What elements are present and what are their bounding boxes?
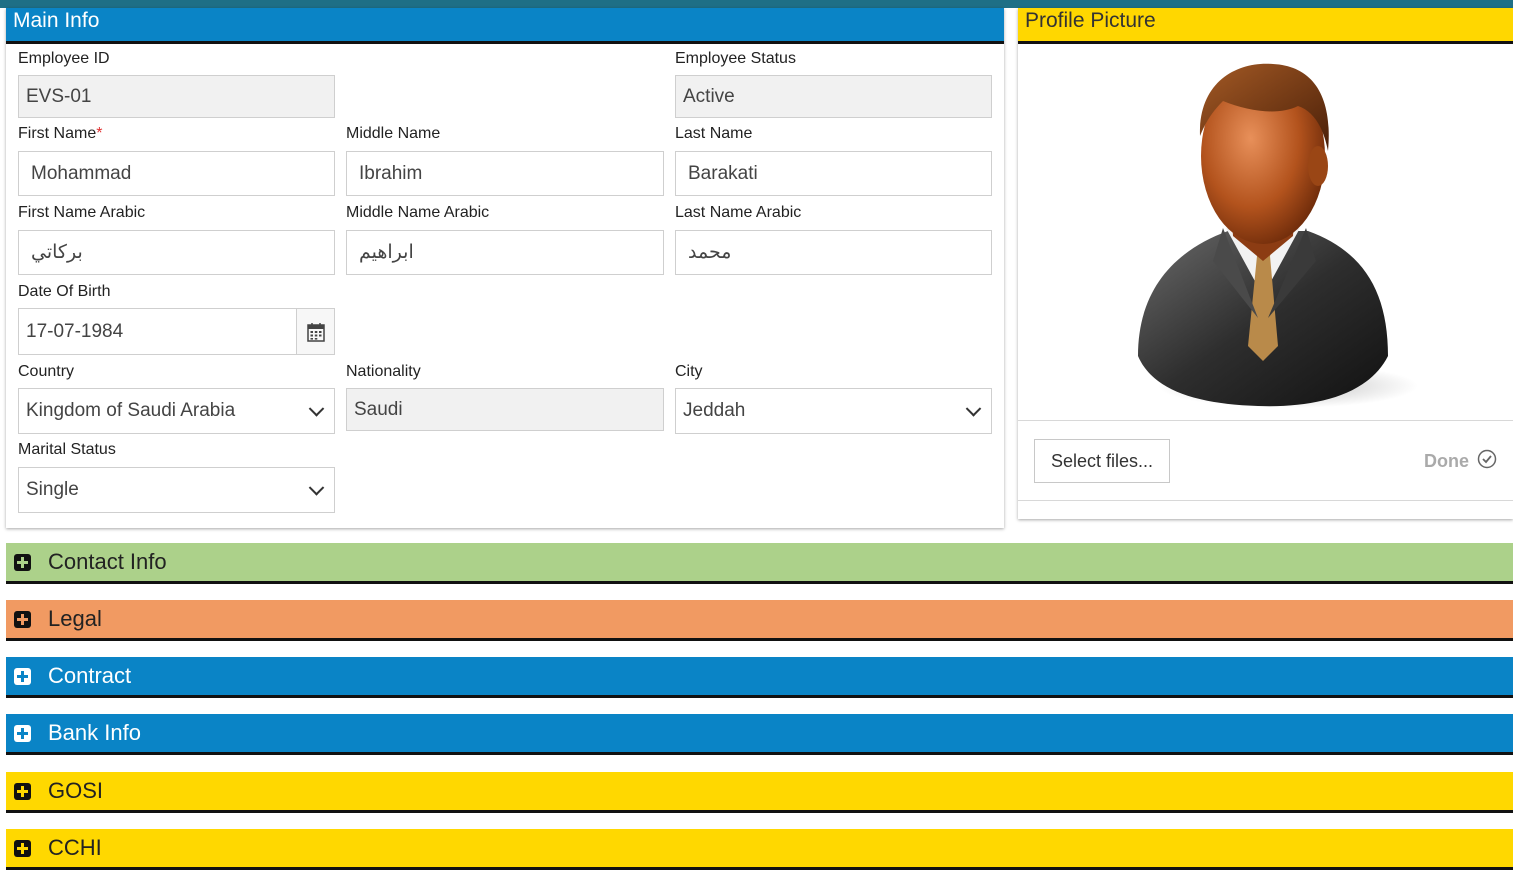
city-label: City: [675, 363, 703, 380]
country-value: Kingdom of Saudi Arabia: [26, 400, 236, 421]
first-name-arabic-input[interactable]: بركاتي: [18, 230, 335, 275]
date-of-birth-label: Date Of Birth: [18, 283, 111, 300]
done-status: Done: [1424, 449, 1497, 474]
calendar-icon[interactable]: [296, 309, 334, 354]
section-contact-info[interactable]: Contact Info: [6, 543, 1513, 584]
first-name-label: First Name*: [18, 125, 102, 143]
main-info-header: Main Info: [6, 8, 1004, 44]
businessman-avatar-icon: [1118, 56, 1418, 416]
last-name-arabic-label: Last Name Arabic: [675, 204, 802, 221]
section-label: Contract: [48, 663, 132, 688]
nationality-label: Nationality: [346, 363, 421, 380]
window-top-edge: [0, 0, 1513, 8]
last-name-arabic-input[interactable]: محمد: [675, 230, 992, 275]
section-label: Bank Info: [48, 720, 141, 745]
section-label: GOSI: [48, 778, 104, 803]
done-label: Done: [1424, 451, 1469, 471]
main-info-panel: Main Info Employee ID EVS-01 Employee St…: [6, 8, 1004, 528]
section-bank-info[interactable]: Bank Info: [6, 714, 1513, 755]
marital-status-label: Marital Status: [18, 441, 116, 458]
section-gosi[interactable]: GOSI: [6, 772, 1513, 813]
last-name-arabic-value: محمد: [688, 242, 732, 263]
employee-status-field[interactable]: Active: [675, 75, 992, 118]
section-legal[interactable]: Legal: [6, 600, 1513, 641]
nationality-field[interactable]: Saudi: [346, 388, 664, 431]
first-name-input[interactable]: Mohammad: [18, 151, 335, 196]
middle-name-arabic-value: ابراهيم: [359, 242, 414, 263]
first-name-arabic-label: First Name Arabic: [18, 204, 146, 221]
last-name-input[interactable]: Barakati: [675, 151, 992, 196]
marital-status-value: Single: [26, 479, 79, 500]
expand-plus-icon[interactable]: [14, 610, 31, 628]
profile-picture-header: Profile Picture: [1018, 8, 1513, 44]
marital-status-select[interactable]: Single: [18, 467, 335, 513]
city-value: Jeddah: [683, 400, 746, 421]
required-mark: *: [96, 125, 103, 142]
chevron-down-icon: [308, 480, 325, 496]
employee-status-label: Employee Status: [675, 50, 796, 67]
select-files-button[interactable]: Select files...: [1034, 439, 1170, 483]
upload-bar: Select files... Done: [1018, 420, 1513, 501]
employee-id-field[interactable]: EVS-01: [18, 75, 335, 118]
date-of-birth-input[interactable]: 17-07-1984: [18, 308, 335, 355]
profile-picture-panel: Profile Picture Select files... Done: [1018, 8, 1513, 519]
middle-name-input[interactable]: Ibrahim: [346, 151, 664, 196]
middle-name-arabic-input[interactable]: ابراهيم: [346, 230, 664, 275]
last-name-label: Last Name: [675, 125, 753, 142]
first-name-arabic-value: بركاتي: [31, 242, 83, 263]
chevron-down-icon: [965, 401, 982, 417]
employee-id-label: Employee ID: [18, 50, 110, 67]
expand-plus-icon[interactable]: [14, 839, 31, 857]
section-cchi[interactable]: CCHI: [6, 829, 1513, 870]
section-label: CCHI: [48, 835, 102, 860]
city-select[interactable]: Jeddah: [675, 388, 992, 434]
middle-name-label: Middle Name: [346, 125, 441, 142]
section-label: Contact Info: [48, 549, 167, 574]
date-of-birth-value: 17-07-1984: [26, 320, 124, 342]
expand-plus-icon[interactable]: [14, 724, 31, 742]
first-name-label-text: First Name: [18, 125, 97, 142]
country-label: Country: [18, 363, 75, 380]
chevron-down-icon: [308, 401, 325, 417]
section-contract[interactable]: Contract: [6, 657, 1513, 698]
country-select[interactable]: Kingdom of Saudi Arabia: [18, 388, 335, 434]
check-circle-icon: [1477, 449, 1497, 474]
middle-name-arabic-label: Middle Name Arabic: [346, 204, 490, 221]
section-label: Legal: [48, 606, 102, 631]
expand-plus-icon[interactable]: [14, 667, 31, 685]
expand-plus-icon[interactable]: [14, 553, 31, 571]
expand-plus-icon[interactable]: [14, 782, 31, 800]
